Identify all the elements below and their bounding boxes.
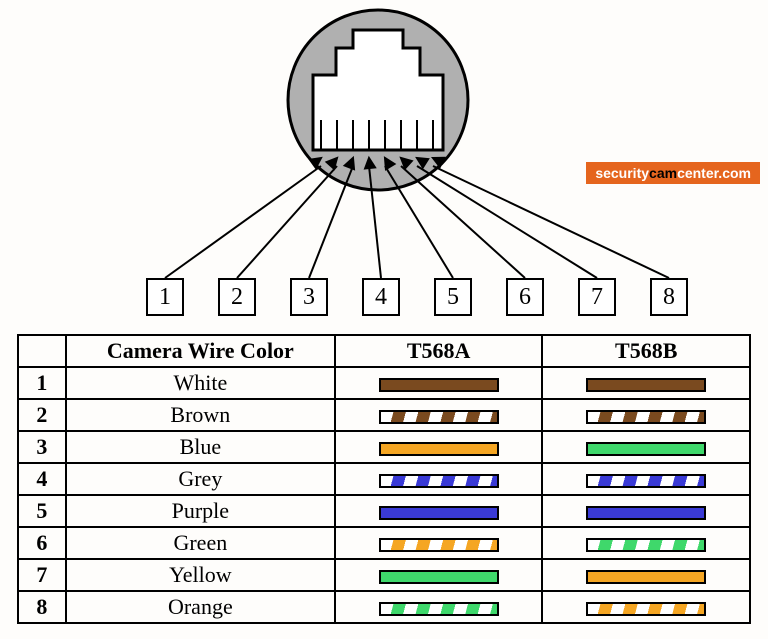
t568b-cell <box>542 367 750 399</box>
wire-color-name: Orange <box>66 591 335 623</box>
wire-color-name: Yellow <box>66 559 335 591</box>
t568a-cell <box>335 367 543 399</box>
wire-color-name: Grey <box>66 463 335 495</box>
connector-diagram: securitycamcenter.com 12345678 <box>0 0 768 330</box>
pin-box: 4 <box>362 278 400 316</box>
table-row: 2Brown <box>18 399 750 431</box>
t568a-cell <box>335 399 543 431</box>
table-header-row: Camera Wire Color T568A T568B <box>18 335 750 367</box>
row-number: 5 <box>18 495 66 527</box>
pin-box: 3 <box>290 278 328 316</box>
color-swatch <box>379 410 499 424</box>
table-row: 5Purple <box>18 495 750 527</box>
row-number: 4 <box>18 463 66 495</box>
table-row: 3Blue <box>18 431 750 463</box>
color-swatch <box>586 538 706 552</box>
color-swatch <box>586 442 706 456</box>
t568b-cell <box>542 559 750 591</box>
watermark-part3: center.com <box>677 165 751 181</box>
wire-color-name: Purple <box>66 495 335 527</box>
pin-box: 8 <box>650 278 688 316</box>
t568a-cell <box>335 495 543 527</box>
wire-color-name: White <box>66 367 335 399</box>
row-number: 7 <box>18 559 66 591</box>
wire-color-name: Brown <box>66 399 335 431</box>
t568a-cell <box>335 431 543 463</box>
header-camera-wire: Camera Wire Color <box>66 335 335 367</box>
color-swatch <box>586 506 706 520</box>
t568a-cell <box>335 559 543 591</box>
color-swatch <box>586 378 706 392</box>
t568b-cell <box>542 431 750 463</box>
color-swatch <box>379 474 499 488</box>
color-swatch <box>379 506 499 520</box>
header-t568b: T568B <box>542 335 750 367</box>
pin-box: 2 <box>218 278 256 316</box>
t568b-cell <box>542 463 750 495</box>
color-swatch <box>379 570 499 584</box>
table-row: 4Grey <box>18 463 750 495</box>
t568b-cell <box>542 591 750 623</box>
pin-box: 7 <box>578 278 616 316</box>
t568b-cell <box>542 495 750 527</box>
row-number: 3 <box>18 431 66 463</box>
watermark-badge: securitycamcenter.com <box>586 162 760 184</box>
row-number: 8 <box>18 591 66 623</box>
color-swatch <box>586 570 706 584</box>
wire-color-table: Camera Wire Color T568A T568B 1White2Bro… <box>17 334 751 624</box>
color-swatch <box>586 474 706 488</box>
color-swatch <box>379 538 499 552</box>
table-row: 6Green <box>18 527 750 559</box>
t568a-cell <box>335 527 543 559</box>
wire-color-name: Green <box>66 527 335 559</box>
header-blank <box>18 335 66 367</box>
header-t568a: T568A <box>335 335 543 367</box>
table-row: 1White <box>18 367 750 399</box>
color-swatch <box>379 378 499 392</box>
watermark-part1: security <box>595 165 649 181</box>
pin-box: 1 <box>146 278 184 316</box>
table-row: 8Orange <box>18 591 750 623</box>
table-row: 7Yellow <box>18 559 750 591</box>
wire-color-name: Blue <box>66 431 335 463</box>
row-number: 1 <box>18 367 66 399</box>
t568a-cell <box>335 463 543 495</box>
pin-box: 5 <box>434 278 472 316</box>
color-swatch <box>586 410 706 424</box>
watermark-part2: cam <box>649 165 677 181</box>
color-swatch <box>379 602 499 616</box>
t568b-cell <box>542 399 750 431</box>
color-swatch <box>379 442 499 456</box>
row-number: 6 <box>18 527 66 559</box>
t568a-cell <box>335 591 543 623</box>
color-swatch <box>586 602 706 616</box>
pin-box: 6 <box>506 278 544 316</box>
t568b-cell <box>542 527 750 559</box>
row-number: 2 <box>18 399 66 431</box>
